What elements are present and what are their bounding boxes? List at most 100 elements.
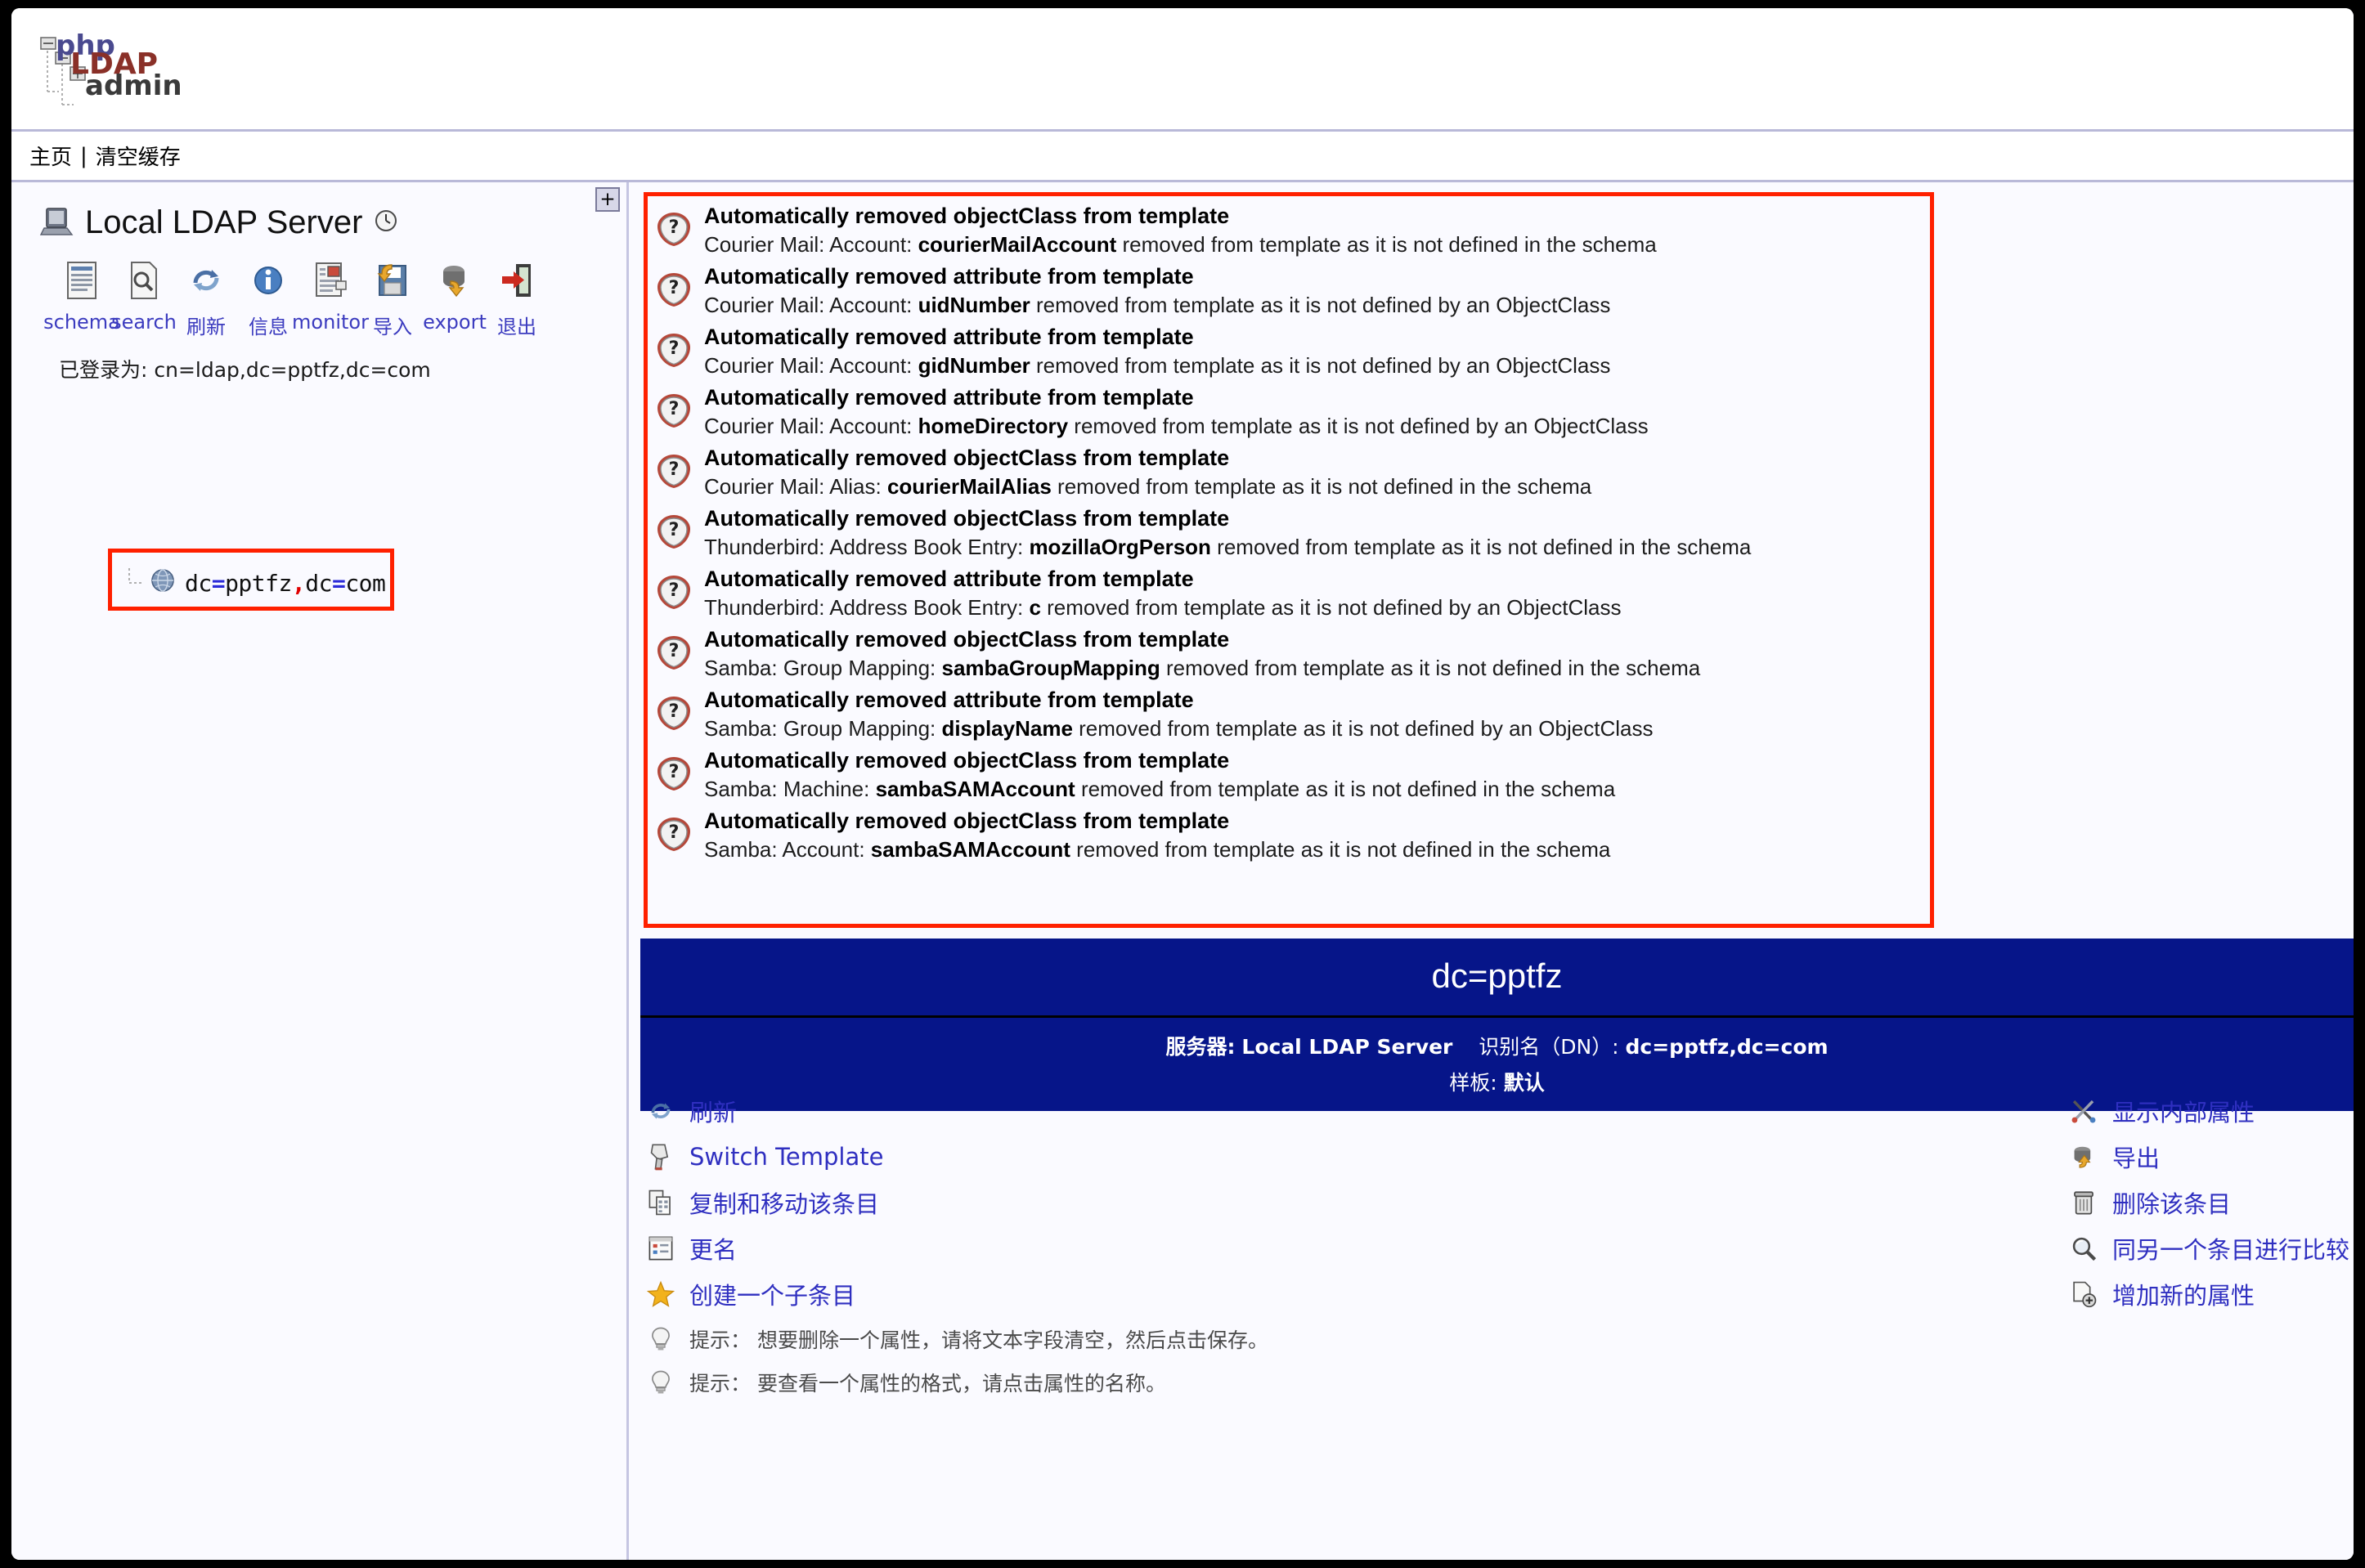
toolbar-label: monitor [292,311,369,334]
dn-field-value: dc=pptfz,dc=com [1625,1035,1829,1059]
svg-text:?: ? [669,338,680,359]
warning-text-group: Automatically removed attribute from tem… [704,323,2354,380]
toolbar-item-schema[interactable]: schema [43,260,120,339]
warning-prefix: Samba: Group Mapping: [704,656,942,680]
warning-text-group: Automatically removed objectClass from t… [704,202,2354,259]
toolbar-item-search[interactable]: search [111,260,177,339]
nav-home-link[interactable]: 主页 [29,141,72,171]
action-link[interactable]: 删除该条目 [2068,1180,2354,1225]
actions-left-column: 刷新 Switch Template 复制和移动该条目 更名 创建一个子条目 提示： 想要… [640,1088,1790,1404]
warning-question-icon: ? [655,755,693,796]
svg-text:?: ? [669,762,680,782]
toolbar-item-refresh[interactable]: 刷新 [175,260,237,339]
warning-subject: sambaSAMAccount [870,837,1070,862]
search-icon [125,260,163,305]
toolbar-item-export[interactable]: export [423,260,487,339]
star-icon [645,1280,676,1308]
warning-item: ? Automatically removed objectClass from… [655,625,2354,683]
action-link[interactable]: 更名 [645,1225,1790,1271]
action-link[interactable]: 导出 [2068,1134,2354,1180]
warning-title: Automatically removed objectClass from t… [704,506,1230,531]
warning-subject: uidNumber [918,293,1030,317]
server-title: Local LDAP Server [39,204,626,242]
warning-prefix: Samba: Account: [704,837,871,862]
warning-text-group: Automatically removed objectClass from t… [704,444,2354,501]
action-link[interactable]: 增加新的属性 [2068,1271,2354,1317]
svg-text:?: ? [669,701,680,722]
warning-suffix: removed from template as it is not defin… [1051,474,1592,499]
phpldapadmin-logo: php LDAP admin [36,28,208,116]
svg-text:?: ? [669,278,680,298]
warning-description: Courier Mail: Account: uidNumber removed… [704,290,2354,320]
toolbar-item-monitor[interactable]: monitor [292,260,369,339]
toolbar-label: schema [43,311,120,334]
sidebar-collapse-button[interactable]: + [595,187,620,212]
content-panel: ? Automatically removed objectClass from… [629,182,2354,1560]
toolbar-item-logout[interactable]: 退出 [486,260,548,339]
warning-text-group: Automatically removed attribute from tem… [704,383,2354,441]
warning-suffix: removed from template as it is not defin… [1070,837,1611,862]
warning-title: Automatically removed objectClass from t… [704,627,1230,652]
action-label: 增加新的属性 [2112,1282,2255,1310]
toolbar-item-import[interactable]: 导入 [361,260,424,339]
warning-subject: courierMailAlias [886,474,1052,499]
warning-item: ? Automatically removed attribute from t… [655,565,2354,622]
warning-description: Thunderbird: Address Book Entry: mozilla… [704,532,2354,562]
svg-text:?: ? [669,459,680,480]
warning-text-group: Automatically removed objectClass from t… [704,625,2354,683]
tree-item-dc-pptfz-dc-com[interactable]: dc=pptfz,dc=com [124,567,386,600]
action-link[interactable]: 刷新 [645,1088,1790,1134]
warning-subject: gidNumber [918,353,1030,378]
schema-icon [63,260,101,305]
svg-text:?: ? [669,580,680,601]
action-link[interactable]: 显示内部属性 [2068,1088,2354,1134]
compare-icon [2068,1234,2099,1262]
warning-suffix: removed from template as it is not defin… [1160,656,1701,680]
toolbar-label: 退出 [497,316,536,338]
warning-title: Automatically removed attribute from tem… [704,385,1194,410]
warning-title: Automatically removed objectClass from t… [704,446,1230,470]
warning-description: Samba: Account: sambaSAMAccount removed … [704,835,2354,864]
svg-text:admin: admin [85,69,182,102]
export-icon [436,260,473,305]
warning-text-group: Automatically removed objectClass from t… [704,504,2354,562]
warning-item: ? Automatically removed attribute from t… [655,262,2354,320]
entry-meta-line1: 服务器: Local LDAP Server 识别名（DN）: dc=pptfz… [640,1031,2354,1060]
svg-text:?: ? [669,399,680,419]
warning-question-icon: ? [655,513,693,554]
warning-item: ? Automatically removed objectClass from… [655,746,2354,804]
warning-title: Automatically removed objectClass from t… [704,748,1230,773]
action-link[interactable]: 同另一个条目进行比较 [2068,1225,2354,1271]
action-link[interactable]: Switch Template [645,1134,1790,1180]
toolbar-item-info[interactable]: 信息 [237,260,299,339]
warning-title: Automatically removed attribute from tem… [704,688,1194,712]
lightbulb-icon [645,1369,676,1396]
nav-purge-cache-link[interactable]: 清空缓存 [96,141,181,171]
server-name-label: Local LDAP Server [85,204,363,240]
warning-description: Samba: Group Mapping: sambaGroupMapping … [704,653,2354,683]
action-link[interactable]: 复制和移动该条目 [645,1180,1790,1225]
server-icon [39,204,74,242]
warning-title: Automatically removed objectClass from t… [704,204,1230,228]
warning-text-group: Automatically removed attribute from tem… [704,262,2354,320]
action-label: 显示内部属性 [2112,1099,2255,1127]
warning-item: ? Automatically removed objectClass from… [655,202,2354,259]
tools-icon [2068,1097,2099,1125]
tree-dc-value: pptfz [225,570,292,597]
switch-template-icon [645,1142,676,1172]
copy-move-icon [645,1189,676,1216]
warning-title: Automatically removed attribute from tem… [704,264,1194,289]
logged-in-as: 已登录为: cn=ldap,dc=pptfz,dc=com [59,358,431,382]
warning-question-icon: ? [655,634,693,675]
tree-connector-icon [124,567,149,600]
refresh-icon [187,260,225,305]
warning-item: ? Automatically removed attribute from t… [655,383,2354,441]
action-label: 创建一个子条目 [689,1282,856,1310]
warning-prefix: Thunderbird: Address Book Entry: [704,595,1030,620]
server-field-value: Local LDAP Server [1241,1035,1453,1059]
actions-right-column: 显示内部属性导出 删除该条目 同另一个条目进行比较增加新的属性 [1790,1088,2354,1404]
warning-prefix: Thunderbird: Address Book Entry: [704,535,1030,559]
clock-icon [374,208,398,237]
logout-icon [498,260,536,305]
action-link[interactable]: 创建一个子条目 [645,1271,1790,1317]
